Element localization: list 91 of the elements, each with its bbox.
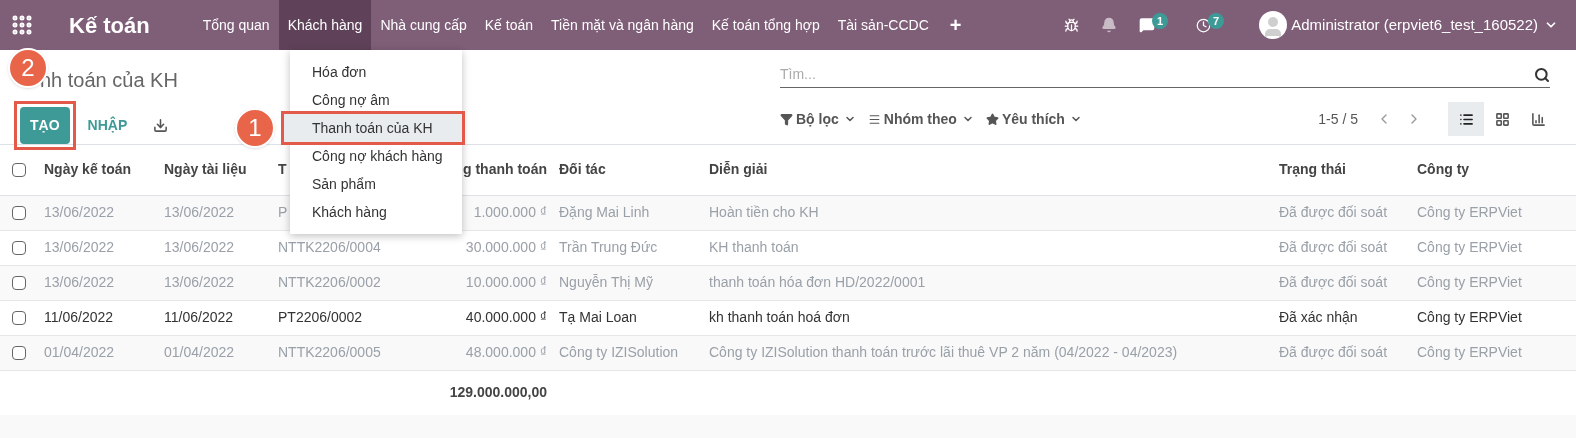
table-cell: Nguyễn Thị Mỹ bbox=[559, 274, 653, 290]
menu-item[interactable]: Sản phẩm bbox=[290, 170, 462, 198]
row-checkbox[interactable] bbox=[12, 240, 26, 255]
table-cell: Công ty ERPViet bbox=[1417, 309, 1522, 325]
table-cell: Công ty IZISolution bbox=[559, 344, 679, 360]
table-cell: Đã được đối soát bbox=[1279, 344, 1388, 360]
menu-item[interactable]: Thanh toán của KH bbox=[284, 114, 462, 142]
nav-menu-item[interactable]: Khách hàng bbox=[278, 0, 372, 50]
table-cell: 01/04/2022 bbox=[164, 344, 235, 360]
table-cell: 13/06/2022 bbox=[44, 239, 115, 255]
search-option-button[interactable]: Nhóm theo bbox=[867, 108, 974, 130]
table-cell: Tạ Mai Loan bbox=[559, 309, 637, 325]
column-header[interactable]: Công ty bbox=[1409, 145, 1576, 195]
table-cell: Công ty IZISolution thanh toán trước lãi thuê VP 2 năm (04/2022 - 04/2023) bbox=[709, 344, 1178, 360]
table-cell: P bbox=[278, 204, 288, 220]
row-checkbox[interactable] bbox=[12, 310, 26, 325]
avatar[interactable] bbox=[1259, 11, 1288, 39]
table-cell: Đã xác nhận bbox=[1279, 309, 1358, 325]
nav-menu-item[interactable]: Tài sản-CCDC bbox=[828, 0, 938, 50]
search-option-button[interactable]: Yêu thích bbox=[985, 108, 1082, 130]
row-checkbox[interactable] bbox=[12, 345, 26, 360]
table-cell: Công ty ERPViet bbox=[1417, 274, 1522, 290]
table-cell: Đã được đối soát bbox=[1279, 274, 1388, 290]
table-cell: kh thanh toán hoá đơn bbox=[709, 309, 850, 325]
table-cell: PT2206/0002 bbox=[278, 309, 363, 325]
user-menu[interactable]: Administrator (erpviet6_test_160522) bbox=[1291, 13, 1558, 37]
apps-icon[interactable] bbox=[10, 13, 34, 37]
search-icon[interactable] bbox=[1534, 66, 1550, 83]
table-cell: KH thanh toán bbox=[709, 239, 799, 255]
table-cell: 40.000.000 ₫ bbox=[465, 309, 547, 325]
table-cell: NTTK2206/0002 bbox=[278, 274, 381, 290]
table-cell: Đặng Mai Linh bbox=[559, 204, 650, 220]
nav-menu-item[interactable]: Tiền mặt và ngân hàng bbox=[542, 0, 703, 50]
menu-item[interactable]: Công nợ âm bbox=[290, 86, 462, 114]
column-header[interactable]: Ngày tài liệu bbox=[156, 145, 270, 195]
menu-item[interactable]: Khách hàng bbox=[290, 198, 462, 226]
activity-count-badge: 7 bbox=[1208, 12, 1225, 30]
table-cell: Công ty ERPViet bbox=[1417, 204, 1522, 220]
menu-icon bbox=[867, 112, 881, 126]
pager-value[interactable]: 1-5 / 5 bbox=[1318, 108, 1358, 130]
menu-item[interactable]: Hóa đơn bbox=[290, 58, 462, 86]
table-cell: Trần Trung Đức bbox=[559, 239, 658, 255]
nav-menu-item[interactable]: Tổng quan bbox=[193, 0, 279, 50]
app-title: Kế toán bbox=[69, 11, 150, 40]
bar-chart-icon bbox=[1530, 111, 1546, 127]
table-row[interactable]: 11/06/2022 11/06/2022 PT2206/0002 40.000.000 ₫ Tạ Mai Loan kh thanh toán hoá đơn Đã xác nhận Công ty ERPViet bbox=[0, 300, 1576, 335]
table-cell: thanh toán hóa đơn HD/2022/0001 bbox=[709, 274, 926, 290]
table-cell: 13/06/2022 bbox=[164, 274, 235, 290]
list-icon bbox=[1458, 111, 1474, 127]
nav-menu-item[interactable]: Kế toán tổng hợp bbox=[702, 0, 829, 50]
clock-icon[interactable] bbox=[1196, 17, 1212, 33]
star-icon bbox=[985, 112, 999, 126]
column-header[interactable]: Trạng thái bbox=[1271, 145, 1409, 195]
row-checkbox[interactable] bbox=[12, 275, 26, 290]
filter-icon bbox=[780, 112, 793, 126]
total-amount: 129.000.000,00 bbox=[449, 384, 547, 401]
nav-menu-item[interactable]: Nhà cung cấp bbox=[371, 0, 476, 50]
grid-icon bbox=[1494, 111, 1510, 127]
table-cell: 1.000.000 ₫ bbox=[473, 204, 547, 220]
table-cell: 13/06/2022 bbox=[164, 204, 235, 220]
table-cell: 11/06/2022 bbox=[164, 309, 234, 325]
table-cell: Hoàn tiền cho KH bbox=[709, 204, 819, 220]
table-cell: Đã được đối soát bbox=[1279, 239, 1388, 255]
table-cell: 11/06/2022 bbox=[44, 309, 114, 325]
table-cell: 10.000.000 ₫ bbox=[465, 274, 547, 290]
column-header[interactable]: Ngày kế toán bbox=[36, 145, 156, 195]
column-header[interactable]: Diễn giải bbox=[701, 145, 1271, 195]
chat-icon[interactable] bbox=[1138, 17, 1155, 33]
row-checkbox[interactable] bbox=[12, 205, 26, 220]
table-cell: 13/06/2022 bbox=[44, 274, 115, 290]
download-icon[interactable] bbox=[153, 118, 169, 133]
table-cell: 13/06/2022 bbox=[164, 239, 235, 255]
search-option-button[interactable]: Bộ lọc bbox=[780, 108, 856, 130]
column-header[interactable]: Đối tác bbox=[551, 145, 701, 195]
table-cell: Công ty ERPViet bbox=[1417, 239, 1522, 255]
table-cell: 13/06/2022 bbox=[44, 204, 115, 220]
table-cell: NTTK2206/0005 bbox=[278, 344, 381, 360]
table-cell: Công ty ERPViet bbox=[1417, 344, 1522, 360]
table-cell: 48.000.000 ₫ bbox=[465, 344, 547, 360]
select-all-checkbox[interactable] bbox=[12, 162, 26, 177]
table-cell: 30.000.000 ₫ bbox=[465, 239, 547, 255]
bell-icon[interactable] bbox=[1100, 17, 1117, 33]
bug-icon[interactable] bbox=[1063, 17, 1079, 33]
view-switch-button[interactable] bbox=[1448, 102, 1484, 136]
nav-menu-item[interactable]: Kế toán bbox=[475, 0, 543, 50]
table-cell: NTTK2206/0004 bbox=[278, 239, 381, 255]
menu-item[interactable]: Công nợ khách hàng bbox=[290, 142, 462, 170]
table-cell: Đã được đối soát bbox=[1279, 204, 1388, 220]
search-field[interactable]: Tìm... bbox=[780, 64, 1534, 85]
table-cell: 01/04/2022 bbox=[44, 344, 115, 360]
nav-menu-item[interactable]: + bbox=[937, 0, 974, 50]
